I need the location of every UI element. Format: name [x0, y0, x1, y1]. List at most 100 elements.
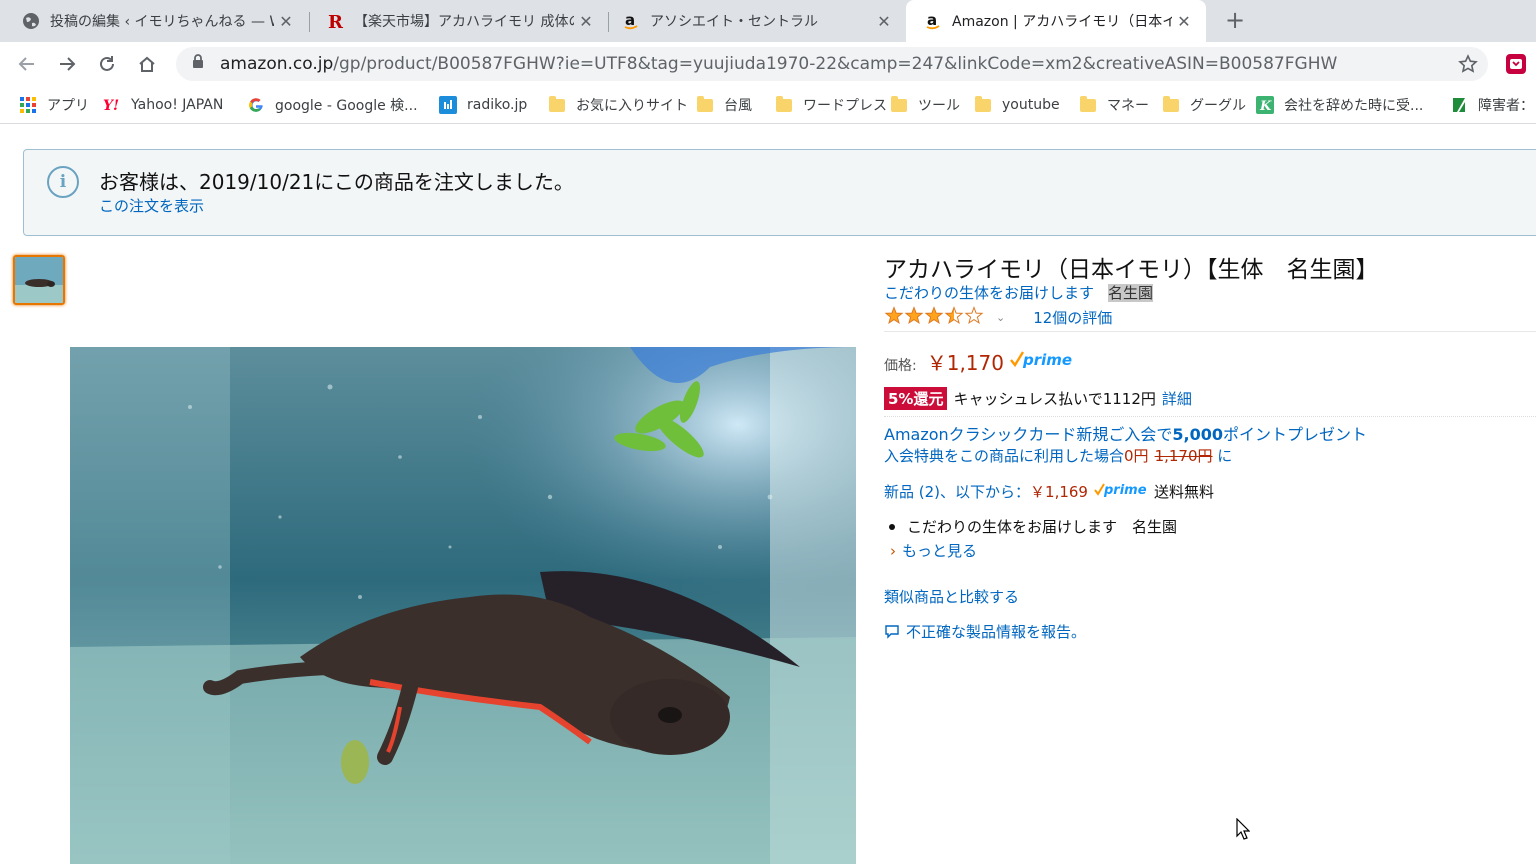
prime-icon: prime	[1010, 350, 1078, 374]
tab-title: アソシエイト・セントラル	[650, 14, 818, 30]
card-offer-text: Amazonクラシックカード新規ご入会で	[884, 425, 1173, 444]
bookmark-label: アプリ	[47, 98, 89, 114]
forward-button[interactable]	[53, 50, 81, 78]
info-icon: i	[47, 166, 79, 198]
bookmark-disability[interactable]: 障害者：	[1450, 86, 1534, 124]
address-bar[interactable]: amazon.co.jp/gp/product/B00587FGHW?ie=UT…	[176, 47, 1488, 81]
bookmark-label: 障害者：	[1478, 98, 1534, 114]
price-label: 価格:	[884, 358, 917, 374]
rakuten-icon: R	[326, 12, 344, 30]
site-k-icon: K	[1256, 96, 1274, 114]
newt-thumbnail-image	[15, 257, 63, 303]
tab-strip: 投稿の編集 ‹ イモリちゃんねる — WordPress ✕ R 【楽天市場】ア…	[0, 0, 1536, 42]
rating-count[interactable]: 12個の評価	[1033, 307, 1112, 328]
svg-text:K: K	[1259, 99, 1272, 114]
folder-icon	[1162, 95, 1180, 114]
card-offer-points: 5,000	[1172, 425, 1223, 444]
star-1	[884, 306, 904, 325]
card-benefit-original-price: 1,170円	[1154, 447, 1213, 465]
cashback-row: 5%還元 キャッシュレス払いで1112円 詳細	[884, 387, 1192, 410]
home-icon	[139, 56, 155, 72]
card-offer-link[interactable]: Amazonクラシックカード新規ご入会で5,000ポイントプレゼント	[884, 421, 1367, 445]
site-green-icon	[1450, 96, 1468, 114]
bookmark-label: 会社を辞めた時に受...	[1284, 98, 1424, 114]
bookmark-label: Yahoo! JAPAN	[131, 97, 224, 113]
bookmark-folder-favorites[interactable]: お気に入りサイト	[548, 86, 688, 124]
price-row: 価格: ￥1,170 prime	[884, 347, 1078, 376]
bookmark-label: google - Google 検...	[275, 98, 418, 114]
bookmark-label: youtube	[1002, 97, 1060, 113]
apps-grid-icon	[19, 96, 37, 114]
card-benefit-price: 0円	[1124, 447, 1149, 465]
bookmark-folder-typhoon[interactable]: 台風	[696, 86, 752, 124]
yahoo-icon: Y!	[103, 96, 121, 114]
lock-icon	[192, 54, 206, 74]
tab-title: Amazon | アカハライモリ（日本イモリ）	[952, 14, 1172, 30]
bookmark-folder-wordpress[interactable]: ワードプレス	[775, 86, 887, 124]
prime-icon: prime	[1094, 481, 1148, 502]
bookmark-radiko[interactable]: radiko.jp	[439, 86, 527, 124]
price-value: ￥1,170	[926, 351, 1004, 375]
new-offers-link[interactable]: 新品 (2)、以下から：	[884, 481, 1030, 502]
bookmark-label: お気に入りサイト	[576, 98, 688, 114]
bookmark-yahoo[interactable]: Y! Yahoo! JAPAN	[103, 86, 223, 124]
new-tab-button[interactable]: +	[1220, 6, 1250, 36]
tab-wordpress[interactable]: 投稿の編集 ‹ イモリちゃんねる — WordPress ✕	[0, 0, 308, 42]
svg-text:a: a	[927, 12, 937, 29]
star-rating[interactable]	[884, 306, 984, 329]
divider	[884, 416, 1536, 417]
tab-title: 【楽天市場】アカハライモリ 成体の通販	[354, 14, 574, 30]
close-icon[interactable]: ✕	[574, 12, 598, 31]
chevron-down-icon[interactable]: ⌄	[996, 311, 1005, 324]
view-order-link[interactable]: この注文を表示	[99, 195, 204, 216]
reload-button[interactable]	[93, 50, 121, 78]
close-icon[interactable]: ✕	[1172, 12, 1196, 31]
product-main-image[interactable]	[70, 347, 856, 864]
bookmark-apps[interactable]: アプリ	[19, 86, 89, 124]
home-button[interactable]	[133, 50, 161, 78]
close-icon[interactable]: ✕	[274, 12, 298, 31]
tab-amazon-product[interactable]: a Amazon | アカハライモリ（日本イモリ） ✕	[906, 0, 1206, 42]
order-notice-message: お客様は、2019/10/21にこの商品を注文しました。	[99, 170, 574, 194]
bookmark-star-icon[interactable]	[1458, 54, 1478, 79]
see-more-label: もっと見る	[902, 542, 978, 560]
tab-associate-central[interactable]: a アソシエイト・セントラル ✕	[600, 0, 906, 42]
see-more-link[interactable]: › もっと見る	[890, 540, 977, 561]
bookmark-folder-money[interactable]: マネー	[1079, 86, 1149, 124]
byline-link[interactable]: こだわりの生体をお届けします	[884, 284, 1094, 302]
folder-icon	[548, 95, 566, 114]
folder-icon	[890, 95, 908, 114]
bookmark-quit-job[interactable]: K 会社を辞めた時に受...	[1256, 86, 1423, 124]
close-icon[interactable]: ✕	[872, 12, 896, 31]
compare-similar-link[interactable]: 類似商品と比較する	[884, 586, 1019, 607]
bookmark-google[interactable]: google - Google 検...	[247, 86, 418, 124]
tab-rakuten[interactable]: R 【楽天市場】アカハライモリ 成体の通販 ✕	[304, 0, 608, 42]
chevron-right-icon: ›	[890, 542, 896, 560]
extension-icon[interactable]	[1506, 54, 1526, 74]
folder-icon	[696, 95, 714, 114]
bookmark-folder-tools[interactable]: ツール	[890, 86, 960, 124]
tab-title: 投稿の編集 ‹ イモリちゃんねる — WordPress	[50, 14, 274, 30]
bookmark-label: ワードプレス	[803, 98, 887, 114]
amazon-icon: a	[622, 12, 640, 30]
prime-text: prime	[1103, 483, 1147, 498]
bookmark-folder-youtube[interactable]: youtube	[974, 86, 1060, 124]
svg-text:R: R	[328, 12, 344, 30]
bookmark-label: マネー	[1107, 98, 1149, 114]
cashback-text: キャッシュレス払いで1112円	[953, 390, 1156, 408]
cashback-details-link[interactable]: 詳細	[1162, 388, 1192, 409]
mouse-cursor-icon	[1236, 818, 1250, 840]
bookmarks-bar: アプリ Y! Yahoo! JAPAN google - Google 検...…	[0, 86, 1536, 124]
star-2	[904, 306, 924, 325]
arrow-left-icon	[18, 57, 34, 71]
back-button[interactable]	[13, 50, 41, 78]
url-path: /gp/product/B00587FGHW?ie=UTF8&tag=yuuji…	[333, 54, 1338, 74]
cashback-badge: 5%還元	[884, 387, 948, 410]
report-incorrect-info-link[interactable]: 不正確な製品情報を報告。	[884, 621, 1086, 642]
product-byline: こだわりの生体をお届けします 名生園	[884, 282, 1154, 303]
product-thumbnail[interactable]	[13, 255, 65, 305]
bookmark-label: グーグル	[1190, 98, 1246, 114]
card-benefit-line[interactable]: 入会特典をこの商品に利用した場合0円 1,170円 に	[884, 445, 1232, 466]
bookmark-folder-google[interactable]: グーグル	[1162, 86, 1246, 124]
url-host: amazon.co.jp	[220, 54, 334, 74]
